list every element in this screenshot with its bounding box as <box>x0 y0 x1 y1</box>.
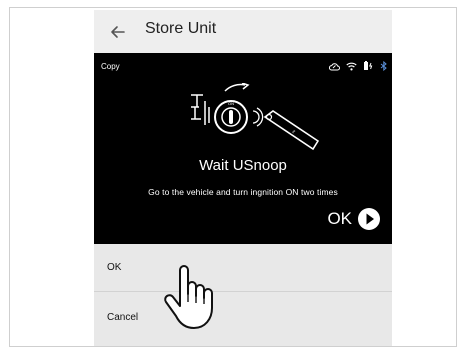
ignition-switch-icon: ON <box>214 82 250 134</box>
ok-next-label: OK <box>327 209 352 228</box>
ok-next-button[interactable]: OK <box>327 208 380 230</box>
bluetooth-icon <box>380 58 388 76</box>
status-bar <box>328 58 388 76</box>
signal-waves-icon <box>252 107 264 127</box>
page-title: Store Unit <box>145 20 217 37</box>
play-arrow-icon <box>358 208 380 230</box>
app-bar: Store Unit <box>94 10 392 53</box>
usnoop-device-icon: z <box>263 110 320 151</box>
device-display: Copy ON z Wait USnoop Go to the vehicle … <box>94 53 392 244</box>
dialog-option-label: OK <box>107 262 122 273</box>
dialog-option-label: Cancel <box>107 311 139 323</box>
wifi-icon <box>346 58 357 76</box>
dialog-option-ok[interactable]: OK <box>94 244 392 292</box>
arrow-left-icon[interactable] <box>108 22 128 42</box>
phone-screen: Store Unit Copy ON z Wait USnoop Go to t… <box>94 10 392 346</box>
ignition-illustration: ON z <box>189 82 320 155</box>
vehicle-door-icon <box>191 94 210 125</box>
cloud-sync-icon <box>328 58 340 76</box>
battery-charging-icon <box>363 58 374 76</box>
copy-label: Copy <box>101 62 120 71</box>
choice-dialog: OK Cancel <box>94 244 392 346</box>
svg-text:ON: ON <box>228 101 234 106</box>
status-heading: Wait USnoop <box>199 157 287 174</box>
dialog-option-cancel[interactable]: Cancel <box>94 293 392 341</box>
instruction-text: Go to the vehicle and turn ingnition ON … <box>148 187 338 197</box>
